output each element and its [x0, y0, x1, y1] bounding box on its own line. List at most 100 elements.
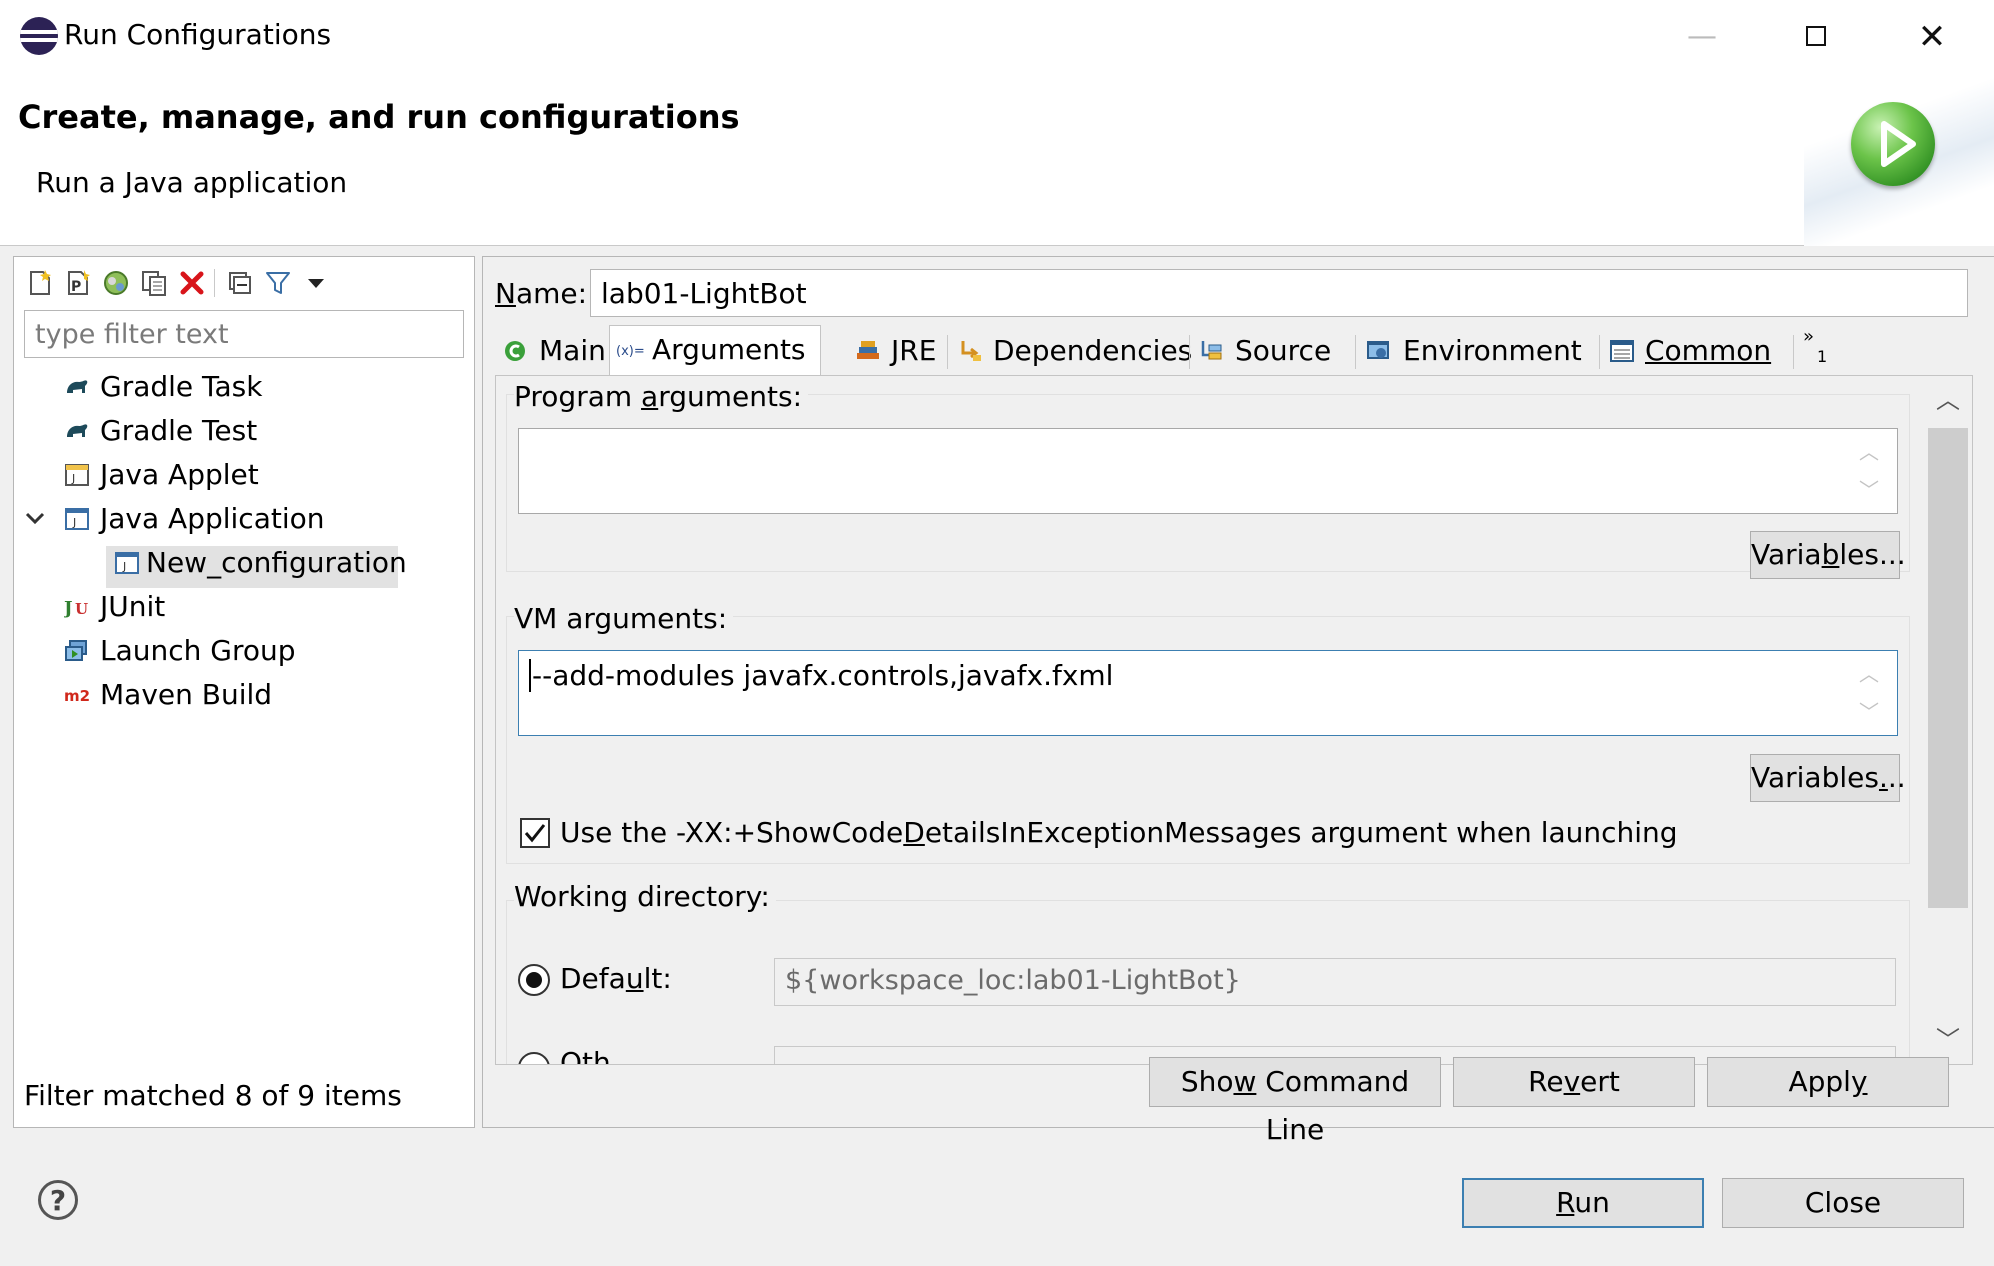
java-application-icon: J	[65, 508, 89, 530]
tree-item-label: JUnit	[100, 590, 166, 623]
scrollbar-thumb[interactable]	[1928, 428, 1968, 908]
filter-status: Filter matched 8 of 9 items	[24, 1079, 402, 1112]
maximize-icon	[1806, 26, 1826, 46]
tree-item-label: Maven Build	[100, 678, 273, 711]
overflow-chevron-icon: »	[1803, 326, 1815, 347]
revert-button[interactable]: Revert	[1453, 1057, 1695, 1107]
name-label: Name:	[495, 277, 588, 310]
working-directory-other-label: Oth	[560, 1046, 611, 1065]
source-tab-icon	[1201, 341, 1222, 360]
show-code-details-checkbox[interactable]	[520, 818, 550, 848]
gradle-icon	[67, 424, 88, 437]
tree-item-label: New_configuration	[146, 546, 407, 579]
svg-text:J: J	[122, 560, 126, 573]
header-subtitle: Run a Java application	[36, 166, 348, 199]
configuration-editor-panel: Name: Main (x)= Arguments JRE Dependenci…	[482, 256, 1994, 1146]
filter-input[interactable]	[24, 310, 464, 358]
working-directory-label: Working directory:	[514, 880, 776, 913]
tree-item-label: Gradle Task	[100, 370, 263, 403]
tab-label: JRE	[891, 334, 937, 367]
tab-overflow[interactable]: » 1	[1803, 326, 1843, 375]
tab-environment[interactable]: Environment	[1365, 327, 1595, 375]
tab-dependencies[interactable]: Dependencies	[957, 327, 1192, 375]
header-title: Create, manage, and run configurations	[18, 98, 740, 136]
tab-label: Source	[1235, 334, 1332, 367]
eclipse-icon	[20, 17, 58, 55]
tab-arguments[interactable]: (x)= Arguments	[609, 325, 821, 377]
jre-tab-icon	[857, 341, 879, 359]
vm-arguments-value: --add-modules javafx.controls,javafx.fxm…	[529, 659, 1114, 692]
dialog-header: Create, manage, and run configurations R…	[0, 74, 1994, 246]
filter-icon[interactable]	[264, 269, 292, 297]
tab-separator	[1793, 335, 1794, 369]
tab-label: Environment	[1403, 334, 1582, 367]
tab-label: Main	[539, 334, 606, 367]
program-arguments-variables-button[interactable]: Variables...	[1750, 531, 1906, 579]
tab-separator	[947, 335, 948, 369]
vm-arguments-input[interactable]: --add-modules javafx.controls,javafx.fxm…	[518, 650, 1898, 736]
arguments-tab-icon: (x)=	[616, 344, 645, 359]
program-args-scroll-up-icon[interactable]: ︿	[1858, 436, 1880, 465]
common-tab-icon	[1610, 340, 1634, 362]
vm-arguments-variables-button[interactable]: Variables...	[1750, 754, 1906, 802]
svg-text:(x)=: (x)=	[616, 344, 645, 359]
new-prototype-icon[interactable]: P	[64, 269, 92, 297]
junit-icon: JU	[64, 598, 88, 619]
close-window-button[interactable]: ✕	[1910, 10, 1954, 64]
svg-text:J: J	[72, 516, 76, 529]
overflow-count: 1	[1817, 347, 1828, 366]
show-command-line-button[interactable]: Show Command Line	[1149, 1057, 1441, 1146]
gradle-icon	[67, 380, 88, 393]
new-configuration-icon[interactable]	[26, 269, 54, 297]
working-directory-default-label: Default:	[560, 962, 672, 995]
chevron-down-icon[interactable]	[24, 511, 46, 527]
scroll-down-icon[interactable]: ﹀	[1924, 1020, 1972, 1055]
tree-item-label: Java Application	[100, 502, 325, 535]
tab-jre[interactable]: JRE	[855, 327, 945, 375]
tree-item-label: Gradle Test	[100, 414, 258, 447]
checkmark-icon	[524, 824, 546, 843]
program-arguments-label: Program arguments:	[514, 380, 809, 413]
run-button[interactable]: Run	[1462, 1178, 1704, 1228]
tab-separator	[1189, 335, 1190, 369]
tab-main[interactable]: Main	[495, 327, 609, 375]
tab-label: Arguments	[652, 333, 806, 366]
working-directory-default-field: ${workspace_loc:lab01-LightBot}	[774, 958, 1896, 1006]
delete-icon[interactable]	[178, 269, 206, 297]
svg-text:m2: m2	[64, 687, 90, 705]
java-application-icon: J	[115, 552, 139, 574]
launch-group-icon	[65, 640, 87, 661]
tab-common[interactable]: Common	[1609, 327, 1785, 375]
scroll-up-icon[interactable]: ︿	[1924, 380, 1972, 415]
apply-button[interactable]: Apply	[1707, 1057, 1949, 1107]
tree-item-label: Launch Group	[100, 634, 296, 667]
maximize-button[interactable]	[1794, 10, 1838, 64]
run-launch-icon	[1851, 102, 1935, 186]
tree-item-label: Java Applet	[100, 458, 259, 491]
svg-text:U: U	[75, 600, 88, 618]
program-arguments-input[interactable]	[518, 428, 1898, 514]
window-title: Run Configurations	[64, 18, 332, 51]
program-args-scroll-down-icon[interactable]: ﹀	[1858, 474, 1880, 503]
radio-selected-dot	[526, 972, 542, 988]
close-button[interactable]: Close	[1722, 1178, 1964, 1228]
configuration-name-input[interactable]	[590, 269, 1968, 317]
view-menu-icon[interactable]	[302, 269, 330, 297]
vm-args-scroll-down-icon[interactable]: ﹀	[1858, 696, 1880, 725]
tab-separator	[1599, 335, 1600, 369]
collapse-all-icon[interactable]	[226, 269, 254, 297]
vm-args-scroll-up-icon[interactable]: ︿	[1858, 658, 1880, 687]
working-directory-default-radio[interactable]	[518, 964, 550, 996]
tab-strip: Main (x)= Arguments JRE Dependencies Sou…	[495, 325, 1973, 377]
export-icon[interactable]	[102, 269, 130, 297]
show-code-details-label: Use the -XX:+ShowCodeDetailsInExceptionM…	[560, 816, 1678, 849]
main-tab-icon	[505, 341, 525, 361]
help-icon[interactable]: ?	[38, 1180, 78, 1220]
minimize-button[interactable]: —	[1680, 10, 1724, 64]
svg-text:P: P	[71, 279, 81, 295]
svg-text:J: J	[64, 598, 73, 619]
vm-arguments-label: VM arguments:	[514, 602, 734, 635]
arguments-tab-content: Program arguments: ︿ ﹀ Variables... VM a…	[495, 375, 1973, 1065]
tab-source[interactable]: Source	[1199, 327, 1349, 375]
duplicate-icon[interactable]	[140, 269, 168, 297]
